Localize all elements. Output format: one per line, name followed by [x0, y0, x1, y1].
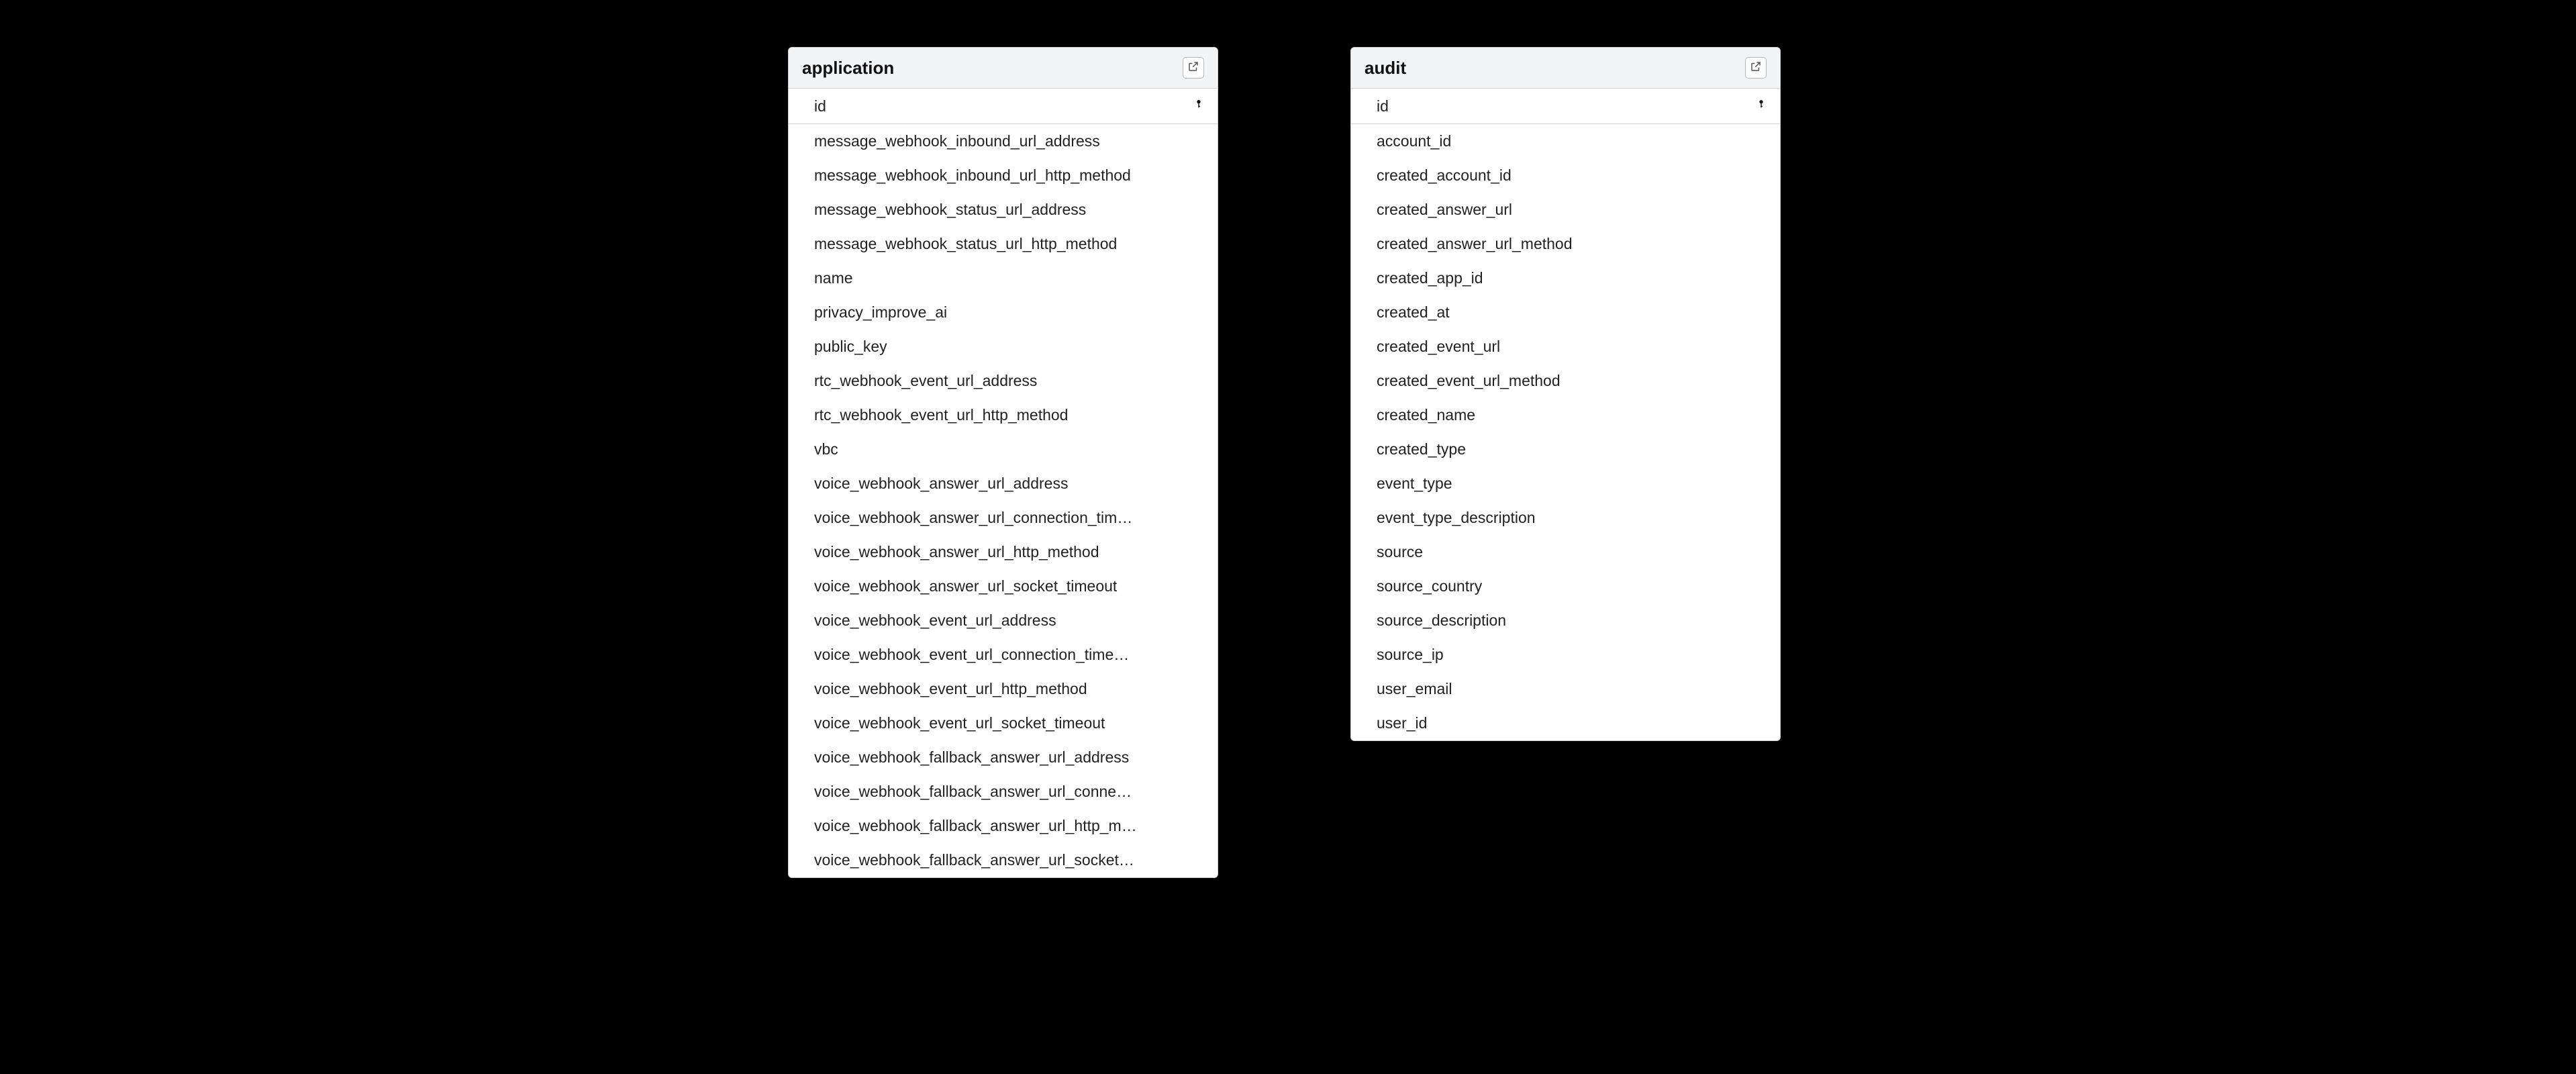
field-label: name [814, 269, 1204, 287]
field-row[interactable]: voice_webhook_answer_url_connection_tim… [789, 501, 1218, 535]
field-label: message_webhook_inbound_url_address [814, 132, 1204, 150]
field-label: voice_webhook_answer_url_http_method [814, 543, 1204, 561]
table-header: audit [1351, 48, 1780, 89]
field-label: source_ip [1377, 646, 1767, 664]
field-label: rtc_webhook_event_url_http_method [814, 406, 1204, 424]
field-label: created_answer_url [1377, 201, 1767, 219]
field-label: event_type_description [1377, 509, 1767, 527]
field-label: message_webhook_status_url_address [814, 201, 1204, 219]
table-title: audit [1365, 58, 1406, 79]
field-row[interactable]: name [789, 261, 1218, 295]
table-card-application: application id message_webhook_inbound_u… [788, 47, 1218, 878]
field-label: voice_webhook_event_url_address [814, 612, 1204, 630]
field-row[interactable]: user_email [1351, 672, 1780, 706]
field-row[interactable]: voice_webhook_event_url_connection_time… [789, 638, 1218, 672]
field-row[interactable]: voice_webhook_fallback_answer_url_addres… [789, 740, 1218, 775]
field-label: privacy_improve_ai [814, 303, 1204, 322]
field-label: voice_webhook_fallback_answer_url_addres… [814, 748, 1204, 767]
field-row[interactable]: voice_webhook_fallback_answer_url_conne… [789, 775, 1218, 809]
field-label: created_event_url [1377, 338, 1767, 356]
field-row[interactable]: created_account_id [1351, 158, 1780, 193]
field-label: vbc [814, 440, 1204, 458]
field-row[interactable]: voice_webhook_answer_url_http_method [789, 535, 1218, 569]
field-row[interactable]: created_answer_url [1351, 193, 1780, 227]
field-row[interactable]: created_at [1351, 295, 1780, 330]
field-row[interactable]: voice_webhook_event_url_address [789, 603, 1218, 638]
field-row[interactable]: vbc [789, 432, 1218, 467]
field-label: voice_webhook_event_url_socket_timeout [814, 714, 1204, 732]
field-label: voice_webhook_event_url_connection_time… [814, 646, 1204, 664]
field-row[interactable]: message_webhook_inbound_url_address [789, 124, 1218, 158]
external-link-icon [1750, 60, 1762, 76]
field-label: source_description [1377, 612, 1767, 630]
field-label: created_at [1377, 303, 1767, 322]
field-row[interactable]: voice_webhook_answer_url_socket_timeout [789, 569, 1218, 603]
expand-button[interactable] [1745, 57, 1767, 79]
field-row[interactable]: source_country [1351, 569, 1780, 603]
key-icon [1193, 97, 1204, 115]
field-row[interactable]: voice_webhook_event_url_socket_timeout [789, 706, 1218, 740]
field-label: created_event_url_method [1377, 372, 1767, 390]
field-label: rtc_webhook_event_url_address [814, 372, 1204, 390]
field-label: event_type [1377, 475, 1767, 493]
field-label: message_webhook_status_url_http_method [814, 235, 1204, 253]
field-row[interactable]: created_type [1351, 432, 1780, 467]
field-row[interactable]: event_type [1351, 467, 1780, 501]
external-link-icon [1187, 60, 1199, 76]
field-label: voice_webhook_answer_url_connection_tim… [814, 509, 1204, 527]
field-label: created_name [1377, 406, 1767, 424]
field-row[interactable]: event_type_description [1351, 501, 1780, 535]
field-row[interactable]: source_ip [1351, 638, 1780, 672]
field-row[interactable]: source_description [1351, 603, 1780, 638]
field-label: source_country [1377, 577, 1767, 595]
field-row-pk[interactable]: id [1351, 89, 1780, 124]
field-label: created_account_id [1377, 166, 1767, 185]
field-label: user_email [1377, 680, 1767, 698]
key-icon [1756, 97, 1767, 115]
field-row[interactable]: user_id [1351, 706, 1780, 740]
field-row[interactable]: message_webhook_status_url_http_method [789, 227, 1218, 261]
field-row[interactable]: created_event_url [1351, 330, 1780, 364]
field-row[interactable]: privacy_improve_ai [789, 295, 1218, 330]
field-row-pk[interactable]: id [789, 89, 1218, 124]
field-label: id [814, 97, 1193, 115]
field-label: public_key [814, 338, 1204, 356]
field-row[interactable]: message_webhook_status_url_address [789, 193, 1218, 227]
table-card-audit: audit id account_id created_account_id c… [1350, 47, 1781, 741]
table-title: application [802, 58, 894, 79]
field-row[interactable]: voice_webhook_fallback_answer_url_socket… [789, 843, 1218, 877]
field-row[interactable]: public_key [789, 330, 1218, 364]
field-label: created_type [1377, 440, 1767, 458]
field-label: id [1377, 97, 1756, 115]
field-label: created_answer_url_method [1377, 235, 1767, 253]
field-row[interactable]: voice_webhook_fallback_answer_url_http_m… [789, 809, 1218, 843]
field-row[interactable]: created_name [1351, 398, 1780, 432]
field-label: voice_webhook_answer_url_socket_timeout [814, 577, 1204, 595]
field-label: voice_webhook_fallback_answer_url_socket… [814, 851, 1204, 869]
field-label: voice_webhook_fallback_answer_url_http_m… [814, 817, 1204, 835]
field-label: created_app_id [1377, 269, 1767, 287]
field-label: voice_webhook_fallback_answer_url_conne… [814, 783, 1204, 801]
field-label: source [1377, 543, 1767, 561]
field-row[interactable]: source [1351, 535, 1780, 569]
field-row[interactable]: message_webhook_inbound_url_http_method [789, 158, 1218, 193]
field-label: voice_webhook_event_url_http_method [814, 680, 1204, 698]
field-label: voice_webhook_answer_url_address [814, 475, 1204, 493]
field-row[interactable]: created_event_url_method [1351, 364, 1780, 398]
field-row[interactable]: voice_webhook_answer_url_address [789, 467, 1218, 501]
field-label: user_id [1377, 714, 1767, 732]
field-row[interactable]: account_id [1351, 124, 1780, 158]
field-row[interactable]: voice_webhook_event_url_http_method [789, 672, 1218, 706]
field-label: message_webhook_inbound_url_http_method [814, 166, 1204, 185]
table-header: application [789, 48, 1218, 89]
field-row[interactable]: created_app_id [1351, 261, 1780, 295]
expand-button[interactable] [1183, 57, 1204, 79]
field-row[interactable]: rtc_webhook_event_url_http_method [789, 398, 1218, 432]
field-label: account_id [1377, 132, 1767, 150]
field-row[interactable]: rtc_webhook_event_url_address [789, 364, 1218, 398]
field-row[interactable]: created_answer_url_method [1351, 227, 1780, 261]
